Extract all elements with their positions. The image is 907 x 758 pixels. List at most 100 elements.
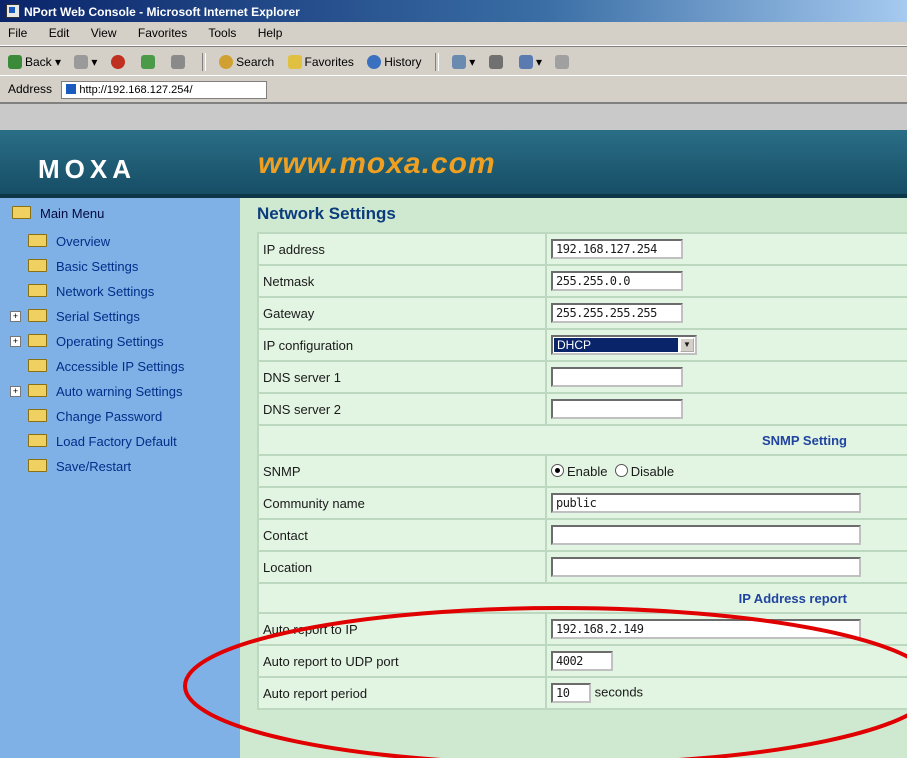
dns-server-1-label: DNS server 1 <box>259 362 545 392</box>
page-icon <box>66 84 77 94</box>
back-arrow-icon <box>8 55 22 70</box>
edit-button[interactable]: ▾ <box>518 55 542 70</box>
folder-icon <box>28 434 47 447</box>
search-button[interactable]: Search <box>219 55 274 70</box>
print-icon <box>488 55 503 70</box>
table-row: SNMP Enable Disable <box>259 456 907 486</box>
edit-icon <box>518 55 533 70</box>
sidebar-item-overview[interactable]: Overview <box>28 234 110 249</box>
community-name-label: Community name <box>259 488 545 518</box>
auto-report-period-label: Auto report period <box>259 678 545 708</box>
table-row: Community name public <box>259 488 907 518</box>
home-button[interactable] <box>171 55 188 70</box>
history-button[interactable]: History <box>367 55 422 70</box>
location-input[interactable] <box>551 557 861 577</box>
ip-configuration-label: IP configuration <box>259 330 545 360</box>
favorites-icon <box>287 55 302 70</box>
folder-icon <box>28 409 47 422</box>
sidebar-item-serial-settings[interactable]: + Serial Settings <box>10 309 140 324</box>
gateway-input[interactable]: 255.255.255.255 <box>551 303 683 323</box>
sidebar-item-save-restart[interactable]: Save/Restart <box>28 459 131 474</box>
sidebar-item-auto-warning-settings[interactable]: + Auto warning Settings <box>10 384 182 399</box>
discuss-icon <box>555 55 570 70</box>
table-row: Location <box>259 552 907 582</box>
dns-server-1-input[interactable] <box>551 367 683 387</box>
sidebar-item-load-factory-default[interactable]: Load Factory Default <box>28 434 177 449</box>
table-row: Contact <box>259 520 907 550</box>
table-row: IP Address report <box>259 584 907 612</box>
expand-icon[interactable]: + <box>10 311 21 322</box>
mail-button[interactable]: ▾ <box>452 55 475 70</box>
ie-app-icon <box>6 4 20 18</box>
ip-address-label: IP address <box>259 234 545 264</box>
auto-report-udp-port-input[interactable]: 4002 <box>551 651 613 671</box>
auto-report-ip-input[interactable]: 192.168.2.149 <box>551 619 861 639</box>
table-row: Auto report to IP 192.168.2.149 <box>259 614 907 644</box>
menu-file[interactable]: File <box>8 26 27 40</box>
expand-icon[interactable]: + <box>10 336 21 347</box>
folder-icon <box>28 334 47 347</box>
gateway-label: Gateway <box>259 298 545 328</box>
folder-icon <box>28 384 47 397</box>
contact-label: Contact <box>259 520 545 550</box>
address-input[interactable]: http://192.168.127.254/ <box>61 81 268 99</box>
window-title-bar: NPort Web Console - Microsoft Internet E… <box>0 0 907 22</box>
table-row: Auto report period 10 seconds <box>259 678 907 708</box>
home-icon <box>171 55 186 70</box>
auto-report-udp-port-label: Auto report to UDP port <box>259 646 545 676</box>
back-button[interactable]: Back ▾ <box>8 55 61 70</box>
sidebar-item-network-settings[interactable]: Network Settings <box>28 284 154 299</box>
seconds-unit-label: seconds <box>594 684 644 700</box>
table-row: DNS server 2 <box>259 394 907 424</box>
folder-open-icon <box>12 206 31 219</box>
menu-help[interactable]: Help <box>258 26 283 40</box>
sidebar-item-operating-settings[interactable]: + Operating Settings <box>10 334 164 349</box>
moxa-website-link[interactable]: www.moxa.com <box>258 147 496 181</box>
search-icon <box>219 55 234 70</box>
sidebar-item-change-password[interactable]: Change Password <box>28 409 162 424</box>
ip-address-input[interactable]: 192.168.127.254 <box>551 239 683 259</box>
toolbar-separator <box>434 53 439 71</box>
forward-button[interactable]: ▾ <box>74 55 97 70</box>
favorites-button[interactable]: Favorites <box>287 55 354 70</box>
table-row: Netmask 255.255.0.0 <box>259 266 907 296</box>
chevron-down-icon[interactable]: ▼ <box>680 338 694 352</box>
address-bar: Address http://192.168.127.254/ <box>0 76 907 104</box>
snmp-enable-radio[interactable]: Enable <box>551 463 607 479</box>
community-name-input[interactable]: public <box>551 493 861 513</box>
folder-icon <box>28 359 47 372</box>
menu-favorites[interactable]: Favorites <box>138 26 187 40</box>
expand-icon[interactable]: + <box>10 386 21 397</box>
sidebar-item-accessible-ip-settings[interactable]: Accessible IP Settings <box>28 359 184 374</box>
menu-view[interactable]: View <box>91 26 117 40</box>
refresh-button[interactable] <box>141 55 158 70</box>
window-title: NPort Web Console - Microsoft Internet E… <box>24 5 300 19</box>
ip-configuration-value: DHCP <box>554 338 678 352</box>
menu-tools[interactable]: Tools <box>208 26 236 40</box>
sidebar: Main Menu Overview Basic Settings Networ… <box>0 198 240 758</box>
forward-arrow-icon <box>74 55 89 70</box>
netmask-label: Netmask <box>259 266 545 296</box>
network-settings-table: IP address 192.168.127.254 Netmask 255.2… <box>257 232 907 710</box>
folder-icon <box>28 284 47 297</box>
moxa-logo: MOXA <box>38 154 136 184</box>
sidebar-root[interactable]: Main Menu <box>12 206 104 221</box>
stop-button[interactable] <box>110 55 128 70</box>
menu-edit[interactable]: Edit <box>49 26 70 40</box>
standard-toolbar: Back ▾ ▾ Search Favorites History ▾ ▾ <box>0 46 907 76</box>
contact-input[interactable] <box>551 525 861 545</box>
snmp-disable-radio[interactable]: Disable <box>614 463 674 479</box>
radio-unselected-icon <box>614 463 628 477</box>
ip-address-report-section-header: IP Address report <box>259 584 907 612</box>
dns-server-2-label: DNS server 2 <box>259 394 545 424</box>
radio-selected-icon <box>551 463 564 477</box>
print-button[interactable] <box>488 55 506 70</box>
auto-report-period-input[interactable]: 10 <box>551 683 591 703</box>
discuss-button[interactable] <box>555 55 572 70</box>
netmask-input[interactable]: 255.255.0.0 <box>551 271 683 291</box>
dns-server-2-input[interactable] <box>551 399 683 419</box>
snmp-label: SNMP <box>259 456 545 486</box>
sidebar-item-basic-settings[interactable]: Basic Settings <box>28 259 138 274</box>
page-title: Network Settings <box>257 204 396 223</box>
ip-configuration-select[interactable]: DHCP ▼ <box>551 335 697 355</box>
